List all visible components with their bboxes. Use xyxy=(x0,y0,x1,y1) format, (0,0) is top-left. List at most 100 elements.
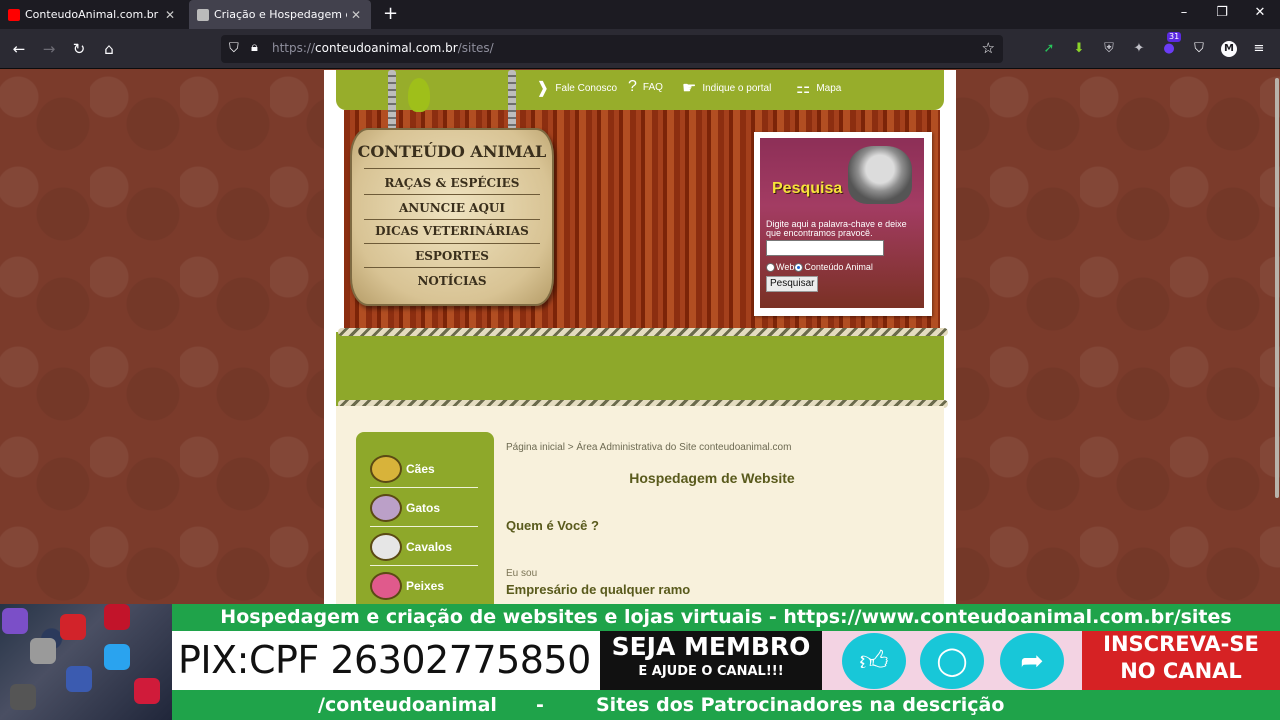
twitter-icon xyxy=(104,644,130,670)
sign-divider xyxy=(364,168,540,169)
social-apps-photo xyxy=(0,604,172,720)
radio-web-label: Web xyxy=(776,262,795,272)
bookmark-star-icon[interactable]: ☆ xyxy=(982,39,995,57)
sign-divider xyxy=(364,219,540,220)
pocket-icon[interactable]: ⛉ xyxy=(1191,41,1207,57)
pix-text: PIX:CPF 26302775850 xyxy=(172,631,600,690)
nav-indique[interactable]: ☛ Indique o portal xyxy=(682,78,771,98)
sign-item-anuncie[interactable]: ANUNCIE AQUI xyxy=(352,201,552,215)
category-label: Gatos xyxy=(406,500,441,515)
address-bar[interactable]: ⛉ 🔒︎ https://conteudoanimal.com.br/sites… xyxy=(221,35,1003,63)
sign-item-dicas[interactable]: DICAS VETERINÁRIAS xyxy=(352,224,552,238)
close-window-icon[interactable]: ✕ xyxy=(1250,5,1270,20)
question-icon: ? xyxy=(628,78,637,95)
sign-item-noticias[interactable]: NOTÍCIAS xyxy=(352,274,552,288)
new-tab-button[interactable]: + xyxy=(383,4,398,24)
sign-item-racas[interactable]: RAÇAS & ESPÉCIES xyxy=(352,176,552,190)
category-cavalos[interactable]: Cavalos xyxy=(370,528,478,566)
extension-green-icon[interactable]: ➚ xyxy=(1041,41,1057,57)
nav-label: Indique o portal xyxy=(702,82,772,94)
nav-mapa[interactable]: ⚏ Mapa xyxy=(796,78,841,98)
category-peixes[interactable]: Peixes xyxy=(370,567,478,604)
minimize-icon[interactable]: – xyxy=(1174,5,1194,20)
sign-chain-right xyxy=(508,70,516,130)
search-panel: Pesquisa Digite aqui a palavra-chave e d… xyxy=(754,132,932,316)
tab-title: ConteudoAnimal.com.br - YouTube xyxy=(25,8,161,21)
parrot-icon xyxy=(408,78,430,112)
extension-shield-icon[interactable]: ⛨ xyxy=(1101,41,1117,57)
category-caes[interactable]: Cães xyxy=(370,450,478,488)
search-panel-inner: Pesquisa Digite aqui a palavra-chave e d… xyxy=(760,138,924,308)
horse-icon xyxy=(370,532,402,561)
search-input[interactable] xyxy=(766,240,884,256)
nav-faq[interactable]: ? FAQ xyxy=(628,78,663,96)
nav-label: Fale Conosco xyxy=(555,82,618,94)
radio-web[interactable] xyxy=(766,262,775,272)
category-label: Cães xyxy=(406,461,435,476)
extension-puzzle-icon[interactable]: ✦ xyxy=(1131,41,1147,57)
profile-avatar[interactable]: M xyxy=(1221,41,1237,57)
tab-bar: ConteudoAnimal.com.br - YouTube ✕ Criaçã… xyxy=(0,0,1280,29)
share-icon: ➦ xyxy=(1000,633,1064,689)
shield-icon[interactable]: ⛉ xyxy=(229,41,243,57)
nav-label: Mapa xyxy=(816,82,842,94)
close-tab-icon[interactable]: ✕ xyxy=(165,8,177,22)
channel-banner: Hospedagem e criação de websites e lojas… xyxy=(0,604,1280,720)
category-label: Cavalos xyxy=(406,539,453,554)
sign-divider xyxy=(364,267,540,268)
menu-icon[interactable]: ≡ xyxy=(1251,41,1267,57)
membro-title: SEJA MEMBRO xyxy=(611,632,811,661)
membro-subtitle: E AJUDE O CANAL!!! xyxy=(638,664,784,679)
cat-icon xyxy=(370,493,402,522)
role-option[interactable]: Empresário de qualquer ramo xyxy=(506,582,690,597)
question-heading: Quem é Você ? xyxy=(506,518,599,533)
phone-icon: ❱ xyxy=(536,80,550,97)
lock-icon[interactable]: 🔒︎ xyxy=(251,40,265,56)
radio-conteudo-animal[interactable] xyxy=(794,262,804,272)
search-button[interactable]: Pesquisar xyxy=(766,276,819,292)
footer-separator: - xyxy=(536,694,544,716)
sign-divider xyxy=(364,194,540,195)
scrollbar[interactable] xyxy=(1274,70,1280,604)
fish-icon xyxy=(370,572,402,600)
sign-item-esportes[interactable]: ESPORTES xyxy=(352,249,552,263)
tab-youtube[interactable]: ConteudoAnimal.com.br - YouTube ✕ xyxy=(0,0,185,29)
tab-title: Criação e Hospedagem de Website xyxy=(214,8,347,21)
search-description: Digite aqui a palavra-chave e deixe que … xyxy=(766,219,907,238)
youtube-icon xyxy=(8,8,20,21)
banner-headline: Hospedagem e criação de websites e lojas… xyxy=(220,606,1232,628)
nav-fale-conosco[interactable]: ❱ Fale Conosco xyxy=(536,78,617,98)
search-options: Web Conteúdo Animal xyxy=(766,262,873,272)
facebook-icon xyxy=(66,666,92,692)
home-icon[interactable]: ⌂ xyxy=(99,39,119,59)
viber-icon xyxy=(2,608,28,634)
subscribe-line2: NO CANAL xyxy=(1120,659,1242,683)
nav-label: FAQ xyxy=(642,81,663,93)
tab-site[interactable]: Criação e Hospedagem de Website ✕ xyxy=(189,0,371,29)
restore-icon[interactable]: ❐ xyxy=(1212,5,1232,20)
category-label: Peixes xyxy=(406,579,445,593)
membro-box: SEJA MEMBRO E AJUDE O CANAL!!! xyxy=(600,631,822,690)
sign-divider xyxy=(364,243,540,244)
back-icon[interactable]: ← xyxy=(9,39,29,59)
pointing-hand-icon: ☛ xyxy=(682,80,697,97)
sign-title: CONTEÚDO ANIMAL xyxy=(357,142,547,161)
action-icons: 👍︎ ◯ ➦ xyxy=(822,631,1082,690)
extension-badge-icon[interactable]: ● 31 xyxy=(1161,32,1182,57)
site-container: ❱ Fale Conosco ? FAQ ☛ Indique o portal … xyxy=(324,70,956,604)
scrollbar-thumb[interactable] xyxy=(1275,78,1279,498)
close-tab-icon[interactable]: ✕ xyxy=(351,8,363,22)
download-icon[interactable]: ⬇ xyxy=(1071,41,1087,57)
breadcrumb[interactable]: Página inicial > Área Administrativa do … xyxy=(506,442,791,453)
channel-handle: /conteudoanimal xyxy=(318,694,497,716)
category-gatos[interactable]: Gatos xyxy=(370,489,478,527)
app-icon xyxy=(104,604,130,630)
forward-icon[interactable]: → xyxy=(39,39,59,59)
url-text[interactable]: https://conteudoanimal.com.br/sites/ xyxy=(272,41,494,55)
eu-sou-label: Eu sou xyxy=(506,568,538,579)
app-icon xyxy=(134,678,160,704)
like-icon: 👍︎ xyxy=(842,633,906,689)
rope-divider-top xyxy=(338,328,948,336)
page-viewport: ❱ Fale Conosco ? FAQ ☛ Indique o portal … xyxy=(0,70,1280,604)
reload-icon[interactable]: ↻ xyxy=(69,39,89,59)
